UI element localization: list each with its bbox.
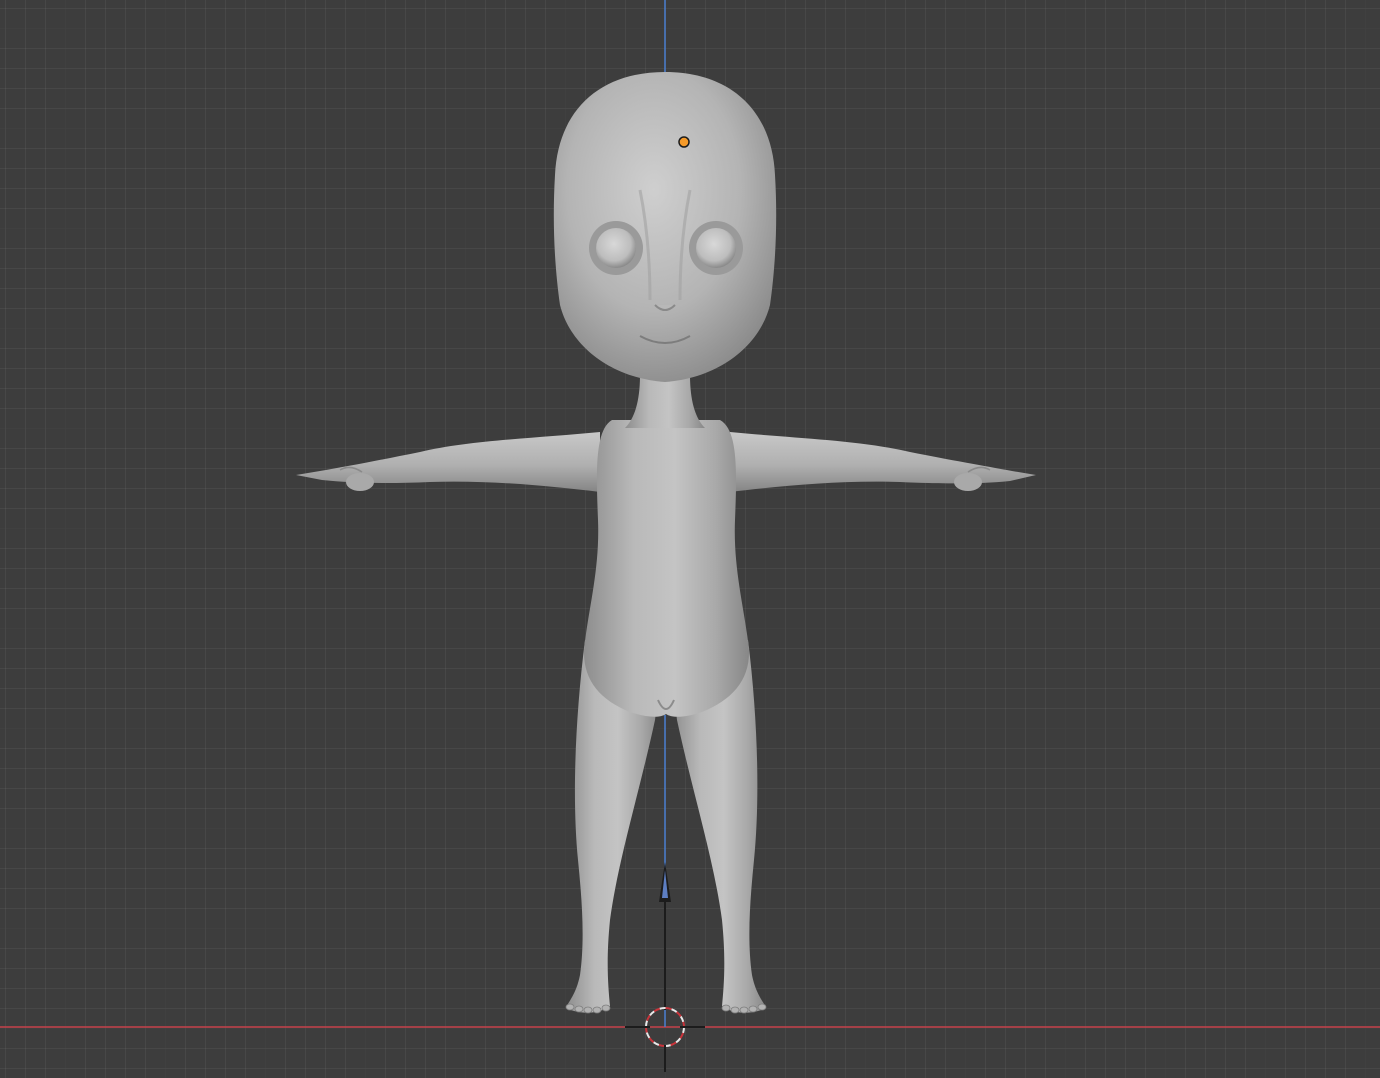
viewport-scene[interactable] xyxy=(0,0,1380,1078)
move-gizmo-arrow-icon[interactable] xyxy=(659,862,671,1010)
character-neck xyxy=(625,375,705,428)
object-origin-icon[interactable] xyxy=(678,136,690,148)
3d-viewport[interactable] xyxy=(0,0,1380,1078)
character-torso xyxy=(583,420,750,717)
character-head xyxy=(553,72,777,382)
